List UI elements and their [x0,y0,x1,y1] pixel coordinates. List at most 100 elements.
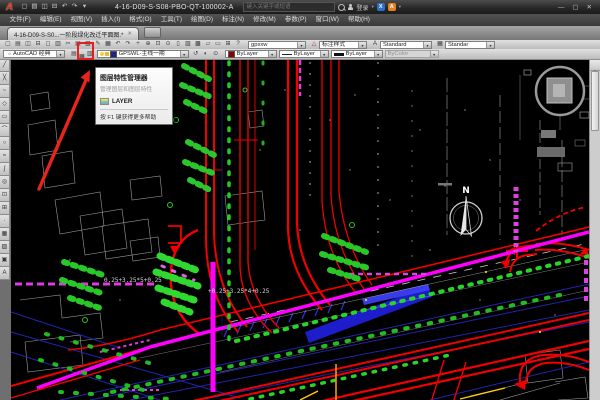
exchange-apps-icon[interactable]: X [377,3,385,11]
draw-line-icon[interactable]: ╱ [0,59,10,72]
scroll-up-icon[interactable] [590,59,600,71]
color-combo[interactable]: ByLayer [225,50,277,58]
combo-caret-icon[interactable] [358,42,366,48]
maximize-button[interactable]: ▢ [572,1,578,14]
layer-combo[interactable]: GPSWL-主线一期 [97,50,189,58]
qat-new-icon[interactable]: ▢ [20,1,29,13]
zoom-window-icon[interactable]: ⊡ [153,40,163,49]
layer-previous-icon[interactable]: ↺ [191,50,201,59]
designcenter-icon[interactable]: ▨ [183,40,193,49]
new-icon[interactable]: ▢ [3,40,13,49]
lineweight-combo[interactable]: ByLayer [331,50,383,58]
publish-icon[interactable]: ▥ [53,40,63,49]
hatch-icon[interactable]: ▦ [0,228,10,241]
save-icon[interactable]: ◫ [23,40,33,49]
dim-style-icon[interactable]: △ [309,40,319,49]
zoom-previous-icon[interactable]: ⊙ [163,40,173,49]
properties-icon[interactable]: ▯ [173,40,183,49]
plot-preview-icon[interactable]: ◻ [43,40,53,49]
menu-file[interactable]: 文件(F) [5,14,35,26]
scrollbar-thumb[interactable] [591,71,599,131]
quickcalc-icon[interactable]: ⊞ [223,40,233,49]
tool-palettes-icon[interactable]: ▩ [193,40,203,49]
undo-icon[interactable]: ↶ [113,40,123,49]
qat-save-icon[interactable]: ◫ [40,1,49,13]
minimize-button[interactable]: — [558,1,565,14]
text-style-icon[interactable]: A [370,40,380,49]
cut-icon[interactable]: ✂ [63,40,73,49]
combo-caret-icon[interactable] [297,42,305,48]
close-button[interactable]: ✕ [587,1,592,14]
insert-block-icon[interactable]: ⊡ [0,189,10,202]
markup-icon[interactable]: ▭ [213,40,223,49]
layer-walk-icon[interactable]: ⊙ [211,50,221,59]
infocenter-search-input[interactable] [243,2,335,12]
draw-xline-icon[interactable]: ╳ [0,72,10,85]
menu-view[interactable]: 视图(V) [66,14,97,26]
menu-format[interactable]: 格式(O) [125,14,156,26]
combo-caret-icon[interactable] [56,51,64,57]
match-properties-icon[interactable]: ✎ [93,40,103,49]
sheet-set-icon[interactable]: ▱ [203,40,213,49]
draw-spline-icon[interactable]: ∫ [0,163,10,176]
menu-draw[interactable]: 绘图(D) [187,14,218,26]
layer-states-manager-icon[interactable]: ◐ [201,50,211,59]
search-history-combo[interactable]: gpsxw [248,41,306,49]
draw-arc-icon[interactable]: ⌒ [0,124,10,137]
draw-revcloud-icon[interactable]: ≈ [0,150,10,163]
help-icon[interactable]: ? [233,40,243,49]
drawing-tab[interactable]: 4-16-D09-S-S0...一阶段绿化改迁平面图.* ✕ [7,27,139,40]
vertical-scrollbar[interactable] [589,59,600,400]
qat-plot-icon[interactable]: ⊟ [50,1,59,13]
draw-point-icon[interactable]: · [0,215,10,228]
draw-circle-icon[interactable]: ○ [0,137,10,150]
qat-redo-icon[interactable]: ↷ [70,1,79,13]
table-style-combo[interactable]: Standar [445,41,495,49]
menu-edit[interactable]: 编辑(E) [35,14,66,26]
combo-caret-icon[interactable] [374,51,382,57]
blue-zone [305,286,432,343]
mtext-icon[interactable]: A [0,267,10,280]
search-icon[interactable] [338,4,345,11]
qat-menu-caret-icon[interactable]: ▾ [80,1,89,13]
qat-undo-icon[interactable]: ↶ [60,1,69,13]
table-style-icon[interactable]: ▦ [435,40,445,49]
menu-dimension[interactable]: 标注(N) [218,14,249,26]
pan-icon[interactable]: + [133,40,143,49]
menu-help[interactable]: 帮助(H) [343,14,374,26]
autocad-logo-icon[interactable]: A [3,1,16,14]
draw-polyline-icon[interactable]: ~ [0,85,10,98]
gradient-icon[interactable]: ▨ [0,241,10,254]
a360-icon[interactable]: A [388,3,396,11]
zoom-realtime-icon[interactable]: ⊕ [143,40,153,49]
combo-caret-icon[interactable] [486,42,494,48]
open-icon[interactable]: ▤ [13,40,23,49]
workspace-combo[interactable]: ☼ AutoCAD 经典 [3,50,65,58]
combo-caret-icon[interactable] [268,51,276,57]
infocenter-caret-icon[interactable]: ▾ [399,4,401,10]
signin-caret-icon[interactable]: ▾ [371,4,373,10]
qat-open-icon[interactable]: ▤ [30,1,39,13]
combo-caret-icon[interactable] [423,42,431,48]
block-editor-icon[interactable]: ▦ [103,40,113,49]
menu-insert[interactable]: 插入(I) [97,14,125,26]
make-block-icon[interactable]: ⊞ [0,202,10,215]
combo-caret-icon[interactable] [180,51,188,57]
menu-tools[interactable]: 工具(T) [156,14,186,26]
redo-icon[interactable]: ↷ [123,40,133,49]
draw-rectangle-icon[interactable]: ▭ [0,111,10,124]
new-tab-button[interactable] [144,27,161,38]
linetype-combo[interactable]: ByLayer [279,50,329,58]
draw-polygon-icon[interactable]: ◇ [0,98,10,111]
region-icon[interactable]: ▣ [0,254,10,267]
dim-style-combo[interactable]: 标注样式 [319,41,367,49]
combo-caret-icon[interactable] [320,51,328,57]
menu-window[interactable]: 窗口(W) [311,14,343,26]
menu-modify[interactable]: 修改(M) [249,14,281,26]
tab-close-icon[interactable]: ✕ [127,31,132,37]
menu-parametric[interactable]: 参数(P) [280,14,311,26]
text-style-combo[interactable]: Standard [380,41,432,49]
draw-ellipse-icon[interactable]: ◎ [0,176,10,189]
plot-icon[interactable]: ⊟ [33,40,43,49]
signin-button[interactable]: 登录 [356,3,368,12]
